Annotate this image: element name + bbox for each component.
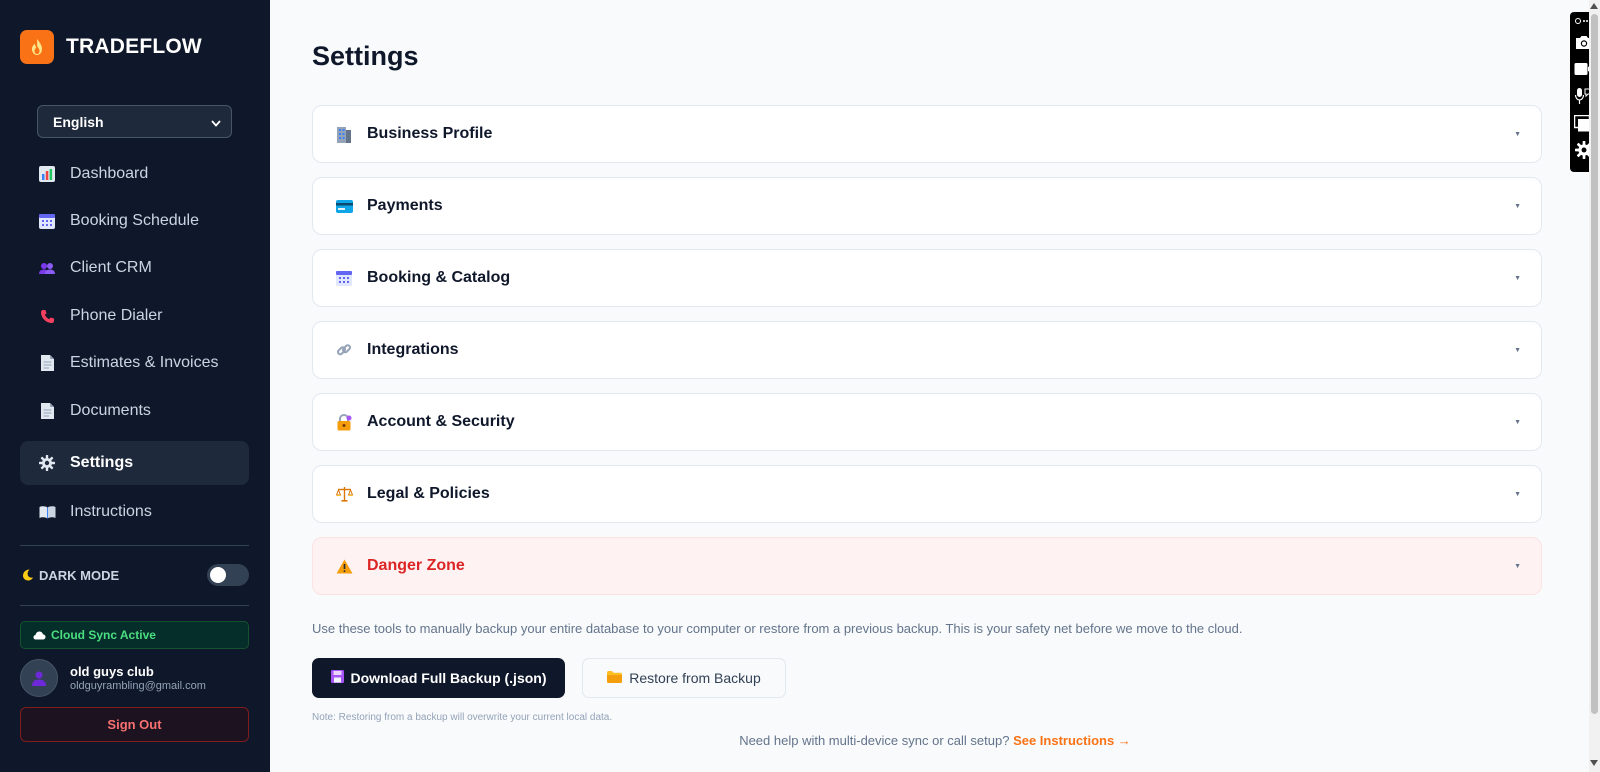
calendar-icon <box>38 212 56 230</box>
dark-mode-label: DARK MODE <box>22 568 119 583</box>
section-payments[interactable]: Payments ▼ <box>312 177 1542 235</box>
dark-mode-toggle[interactable] <box>207 564 249 586</box>
section-label: Business Profile <box>367 125 493 142</box>
sidebar-divider <box>20 605 249 606</box>
help-prompt: Need help with multi-device sync or call… <box>739 733 1010 748</box>
download-backup-label: Download Full Backup (.json) <box>350 670 547 686</box>
sidebar-item-label: Instructions <box>70 503 152 520</box>
document-icon <box>38 354 56 372</box>
section-label: Danger Zone <box>367 557 465 574</box>
section-integrations[interactable]: Integrations ▼ <box>312 321 1542 379</box>
sidebar-item-instructions[interactable]: Instructions <box>20 490 249 534</box>
scrollbar[interactable] <box>1589 0 1600 772</box>
user-text: old guys club oldguyrambling@gmail.com <box>70 664 206 692</box>
sidebar-item-booking-schedule[interactable]: Booking Schedule <box>20 199 249 243</box>
sidebar-item-estimates-invoices[interactable]: Estimates & Invoices <box>20 341 249 385</box>
sidebar-item-label: Dashboard <box>70 165 149 182</box>
sidebar-item-client-crm[interactable]: Client CRM <box>20 246 249 290</box>
dark-mode-text: DARK MODE <box>39 567 120 583</box>
language-select-value: English <box>53 113 104 130</box>
cloud-sync-text: Cloud Sync Active <box>51 628 156 642</box>
sidebar-item-dashboard[interactable]: Dashboard <box>20 152 249 196</box>
cloud-sync-badge: Cloud Sync Active <box>20 621 249 649</box>
section-legal-policies[interactable]: Legal & Policies ▼ <box>312 465 1542 523</box>
gear-icon <box>38 454 56 472</box>
chevron-down-icon <box>211 114 221 130</box>
sidebar-item-phone-dialer[interactable]: Phone Dialer <box>20 294 249 338</box>
sidebar-item-label: Booking Schedule <box>70 212 199 229</box>
sidebar-item-label: Phone Dialer <box>70 307 163 324</box>
section-label: Account & Security <box>367 413 515 430</box>
moon-icon <box>22 569 34 581</box>
link-icon <box>335 341 353 359</box>
cloud-icon <box>33 631 46 640</box>
restore-backup-button[interactable]: Restore from Backup <box>582 658 786 698</box>
scales-icon <box>335 485 353 503</box>
caret-down-icon: ▼ <box>1514 202 1521 210</box>
sidebar: TRADEFLOW English Dashboard Booking Sche… <box>0 0 270 772</box>
language-select[interactable]: English <box>37 105 232 138</box>
help-text: Need help with multi-device sync or call… <box>0 733 1600 748</box>
sidebar-item-label: Settings <box>70 454 134 471</box>
caret-down-icon: ▼ <box>1514 274 1521 282</box>
building-icon <box>335 125 353 143</box>
user-name: old guys club <box>70 664 154 679</box>
avatar <box>20 659 58 697</box>
warning-icon <box>335 557 353 575</box>
section-label: Booking & Catalog <box>367 269 511 286</box>
scroll-up-arrow[interactable] <box>1590 3 1598 9</box>
backup-note: Note: Restoring from a backup will overw… <box>312 712 613 723</box>
caret-down-icon: ▼ <box>1514 418 1521 426</box>
section-business-profile[interactable]: Business Profile ▼ <box>312 105 1542 163</box>
scroll-thumb[interactable] <box>1591 14 1598 714</box>
book-icon <box>38 503 56 521</box>
user-profile[interactable]: old guys club oldguyrambling@gmail.com <box>20 659 206 697</box>
section-booking-catalog[interactable]: Booking & Catalog ▼ <box>312 249 1542 307</box>
calendar-icon <box>335 269 353 287</box>
brand[interactable]: TRADEFLOW <box>20 30 202 64</box>
credit-card-icon <box>335 197 353 215</box>
user-email: oldguyrambling@gmail.com <box>70 680 206 692</box>
caret-down-icon: ▼ <box>1514 346 1521 354</box>
page-title: Settings <box>312 41 419 71</box>
section-label: Payments <box>367 197 443 214</box>
sidebar-item-settings[interactable]: Settings <box>20 441 249 485</box>
sidebar-item-documents[interactable]: Documents <box>20 389 249 433</box>
section-account-security[interactable]: Account & Security ▼ <box>312 393 1542 451</box>
folder-icon <box>607 670 623 686</box>
brand-name: TRADEFLOW <box>66 35 202 58</box>
backup-description: Use these tools to manually backup your … <box>312 621 1243 636</box>
flame-icon <box>20 30 54 64</box>
see-instructions-link[interactable]: See Instructions → <box>1013 733 1131 748</box>
caret-down-icon: ▼ <box>1514 562 1521 570</box>
users-icon <box>38 259 56 277</box>
sidebar-item-label: Estimates & Invoices <box>70 354 219 371</box>
caret-down-icon: ▼ <box>1514 490 1521 498</box>
sidebar-divider <box>20 545 249 546</box>
sidebar-item-label: Documents <box>70 402 151 419</box>
toggle-knob <box>210 567 226 583</box>
dark-mode-row: DARK MODE <box>22 564 249 586</box>
bar-chart-icon <box>38 165 56 183</box>
section-label: Integrations <box>367 341 459 358</box>
lock-icon <box>335 413 353 431</box>
section-danger-zone[interactable]: Danger Zone ▼ <box>312 537 1542 595</box>
restore-backup-label: Restore from Backup <box>629 670 761 686</box>
caret-down-icon: ▼ <box>1514 130 1521 138</box>
sidebar-item-label: Client CRM <box>70 259 152 276</box>
phone-icon <box>38 307 56 325</box>
section-label: Legal & Policies <box>367 485 490 502</box>
scroll-down-arrow[interactable] <box>1590 760 1598 766</box>
download-backup-button[interactable]: Download Full Backup (.json) <box>312 658 565 698</box>
document-icon <box>38 402 56 420</box>
floppy-disk-icon <box>330 670 344 686</box>
